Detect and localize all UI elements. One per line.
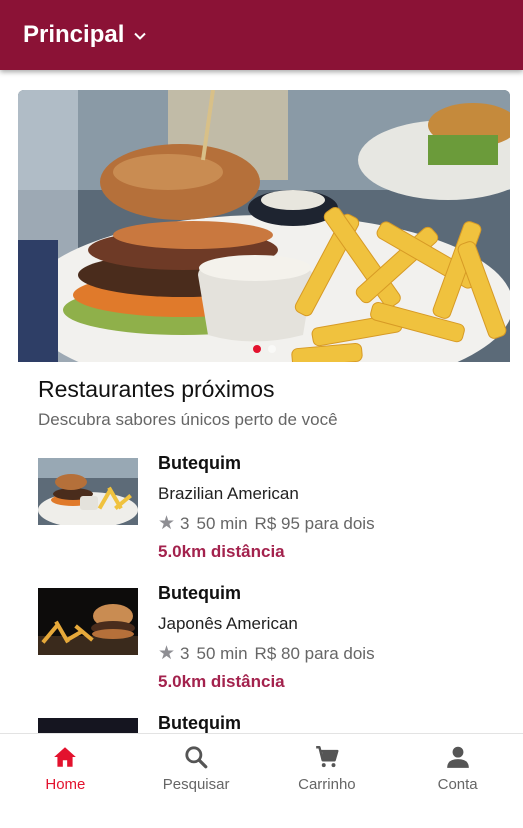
restaurant-cuisine: Japonês American: [158, 614, 298, 633]
restaurant-delivery-time: 50 min: [196, 513, 248, 533]
promo-banner[interactable]: [18, 90, 510, 362]
home-icon: [54, 747, 77, 767]
app-bar: Principal: [0, 0, 523, 70]
burger-banner-image: [18, 90, 510, 362]
restaurant-meta: ★ 3 50 min R$ 95 para dois: [158, 512, 375, 535]
restaurant-thumbnail: [38, 458, 138, 525]
carousel-dot[interactable]: [267, 345, 276, 353]
restaurant-rating: 3: [180, 643, 190, 663]
nav-label-cart: Carrinho: [298, 776, 356, 793]
nav-cart[interactable]: Carrinho: [262, 734, 393, 800]
restaurant-distance: 5.0km distância: [158, 672, 285, 691]
carousel-indicators: [18, 345, 510, 353]
restaurant-name: Butequim: [158, 713, 241, 733]
nav-search[interactable]: Pesquisar: [131, 734, 262, 800]
restaurant-name: Butequim: [158, 453, 241, 473]
star-icon: ★: [158, 643, 176, 664]
nav-label-home: Home: [45, 776, 86, 793]
restaurant-price: R$ 80 para dois: [254, 643, 375, 663]
restaurant-distance: 5.0km distância: [158, 542, 285, 561]
nav-label-search: Pesquisar: [162, 776, 230, 793]
nav-account[interactable]: Conta: [392, 734, 523, 800]
cart-icon: [316, 746, 339, 768]
restaurant-thumbnail: [38, 588, 138, 655]
star-icon: ★: [158, 513, 176, 534]
restaurant-rating: 3: [180, 513, 190, 533]
chevron-down-icon[interactable]: [133, 29, 147, 43]
section-subtitle: Descubra sabores únicos perto de você: [38, 410, 338, 429]
search-icon: [185, 746, 208, 769]
restaurant-card[interactable]: Butequim Brazilian American ★ 3 50 min R…: [0, 448, 523, 568]
restaurant-name: Butequim: [158, 583, 241, 603]
bottom-navigation: Home Pesquisar Carrinho Conta: [0, 733, 523, 800]
restaurant-cuisine: Brazilian American: [158, 484, 299, 503]
restaurant-card[interactable]: Butequim Japonês American ★ 3 50 min R$ …: [0, 578, 523, 698]
app-title[interactable]: Principal: [23, 21, 124, 49]
restaurant-meta: ★ 3 50 min R$ 80 para dois: [158, 642, 375, 665]
nav-home[interactable]: Home: [0, 734, 131, 800]
restaurant-price: R$ 95 para dois: [254, 513, 375, 533]
carousel-dot-active[interactable]: [252, 345, 261, 353]
section-title: Restaurantes próximos: [38, 376, 275, 402]
account-icon: [446, 746, 469, 768]
nav-label-account: Conta: [437, 776, 478, 793]
restaurant-delivery-time: 50 min: [196, 643, 248, 663]
